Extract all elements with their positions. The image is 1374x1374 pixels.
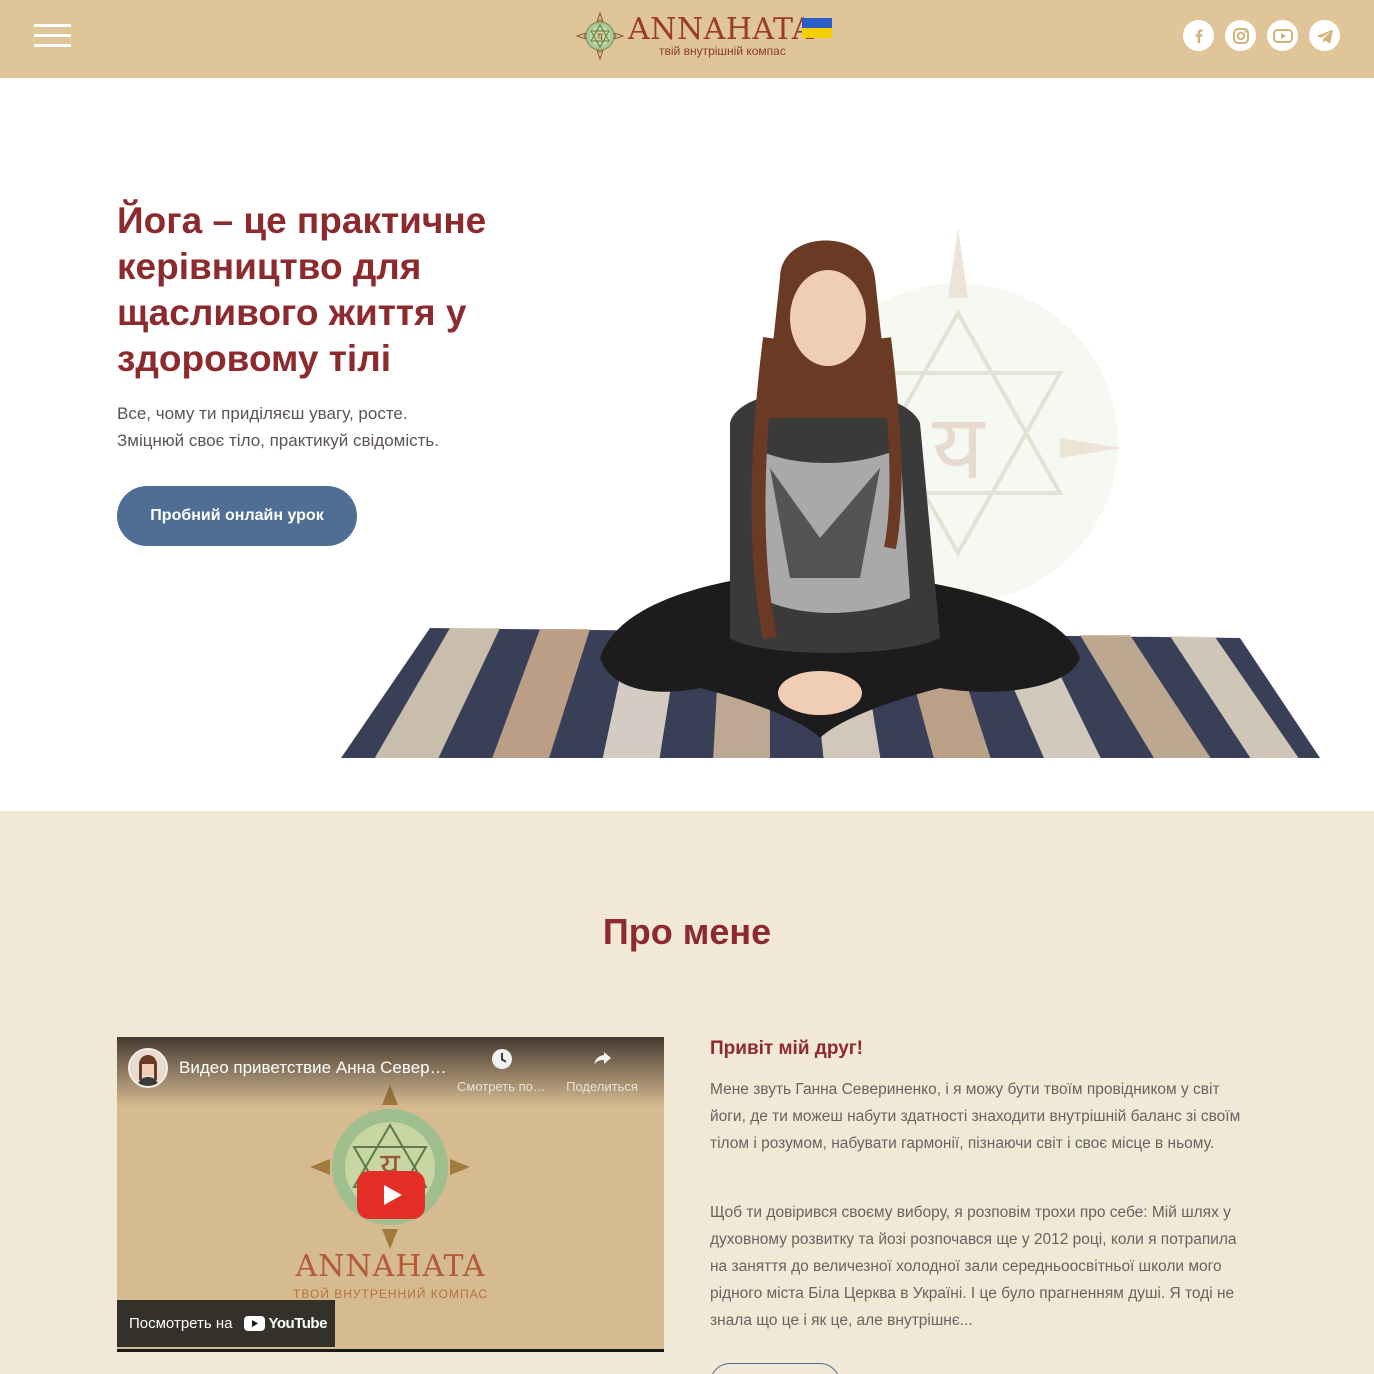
watch-on-label: Посмотреть на [129, 1315, 233, 1332]
video-logo-subtitle: ТВОЙ ВНУТРЕННИЙ КОМПАС [293, 1287, 488, 1301]
logo-subtitle: твій внутрішній компас [659, 44, 786, 58]
youtube-play-icon [244, 1316, 266, 1331]
share-icon [594, 1052, 611, 1065]
youtube-icon[interactable] [1267, 20, 1298, 51]
site-header: य ANNAHATA твій внутрішній компас [0, 0, 1374, 78]
logo-wordmark: ANNAHATA [628, 12, 815, 47]
share-button[interactable]: Поделиться [557, 1047, 647, 1094]
svg-text:य: य [932, 395, 986, 500]
facebook-icon[interactable] [1183, 20, 1214, 51]
watch-on-youtube-button[interactable]: Посмотреть на YouTube [117, 1300, 335, 1347]
channel-avatar[interactable] [128, 1048, 168, 1088]
about-paragraph-2: Щоб ти довірився своєму вибору, я розпов… [710, 1204, 1237, 1329]
hero-yoga-illustration: य [300, 228, 1374, 778]
social-links [1183, 20, 1340, 52]
play-button-icon[interactable] [357, 1171, 425, 1219]
anahata-chakra-icon: य [576, 12, 624, 60]
telegram-icon[interactable] [1309, 20, 1340, 51]
read-more-button[interactable] [710, 1363, 840, 1374]
youtube-logo: YouTube [244, 1315, 327, 1332]
watch-later-label: Смотреть позже [457, 1079, 547, 1094]
site-logo[interactable]: य ANNAHATA твій внутрішній компас [576, 11, 836, 63]
greeting-heading: Привіт мій друг! [710, 1038, 864, 1059]
youtube-brand-text: YouTube [268, 1315, 327, 1332]
hero-section: Йога – це практичне керівництво для щасл… [0, 78, 1374, 811]
clock-icon [492, 1049, 512, 1069]
menu-icon[interactable] [34, 24, 72, 48]
video-title[interactable]: Видео приветствие Анна Севериненко [179, 1058, 454, 1078]
about-paragraph-1: Мене звуть Ганна Севериненко, і я можу б… [710, 1081, 1241, 1152]
page: य ANNAHATA твій внутрішній компас Йога –… [0, 0, 1374, 1374]
svg-text:य: य [597, 32, 603, 43]
about-title: Про мене [602, 911, 772, 952]
ukraine-flag-icon [802, 18, 832, 38]
share-label: Поделиться [566, 1079, 638, 1094]
youtube-video-embed[interactable]: य Видео приветствие Анна Севериненко Смо… [117, 1037, 664, 1352]
video-logo-wordmark: ANNAHATA [295, 1249, 486, 1284]
about-section: Про мене य Видео приветствие Анна Севери… [0, 811, 1374, 1374]
watch-later-button[interactable]: Смотреть позже [457, 1047, 547, 1094]
instagram-icon[interactable] [1225, 20, 1256, 51]
